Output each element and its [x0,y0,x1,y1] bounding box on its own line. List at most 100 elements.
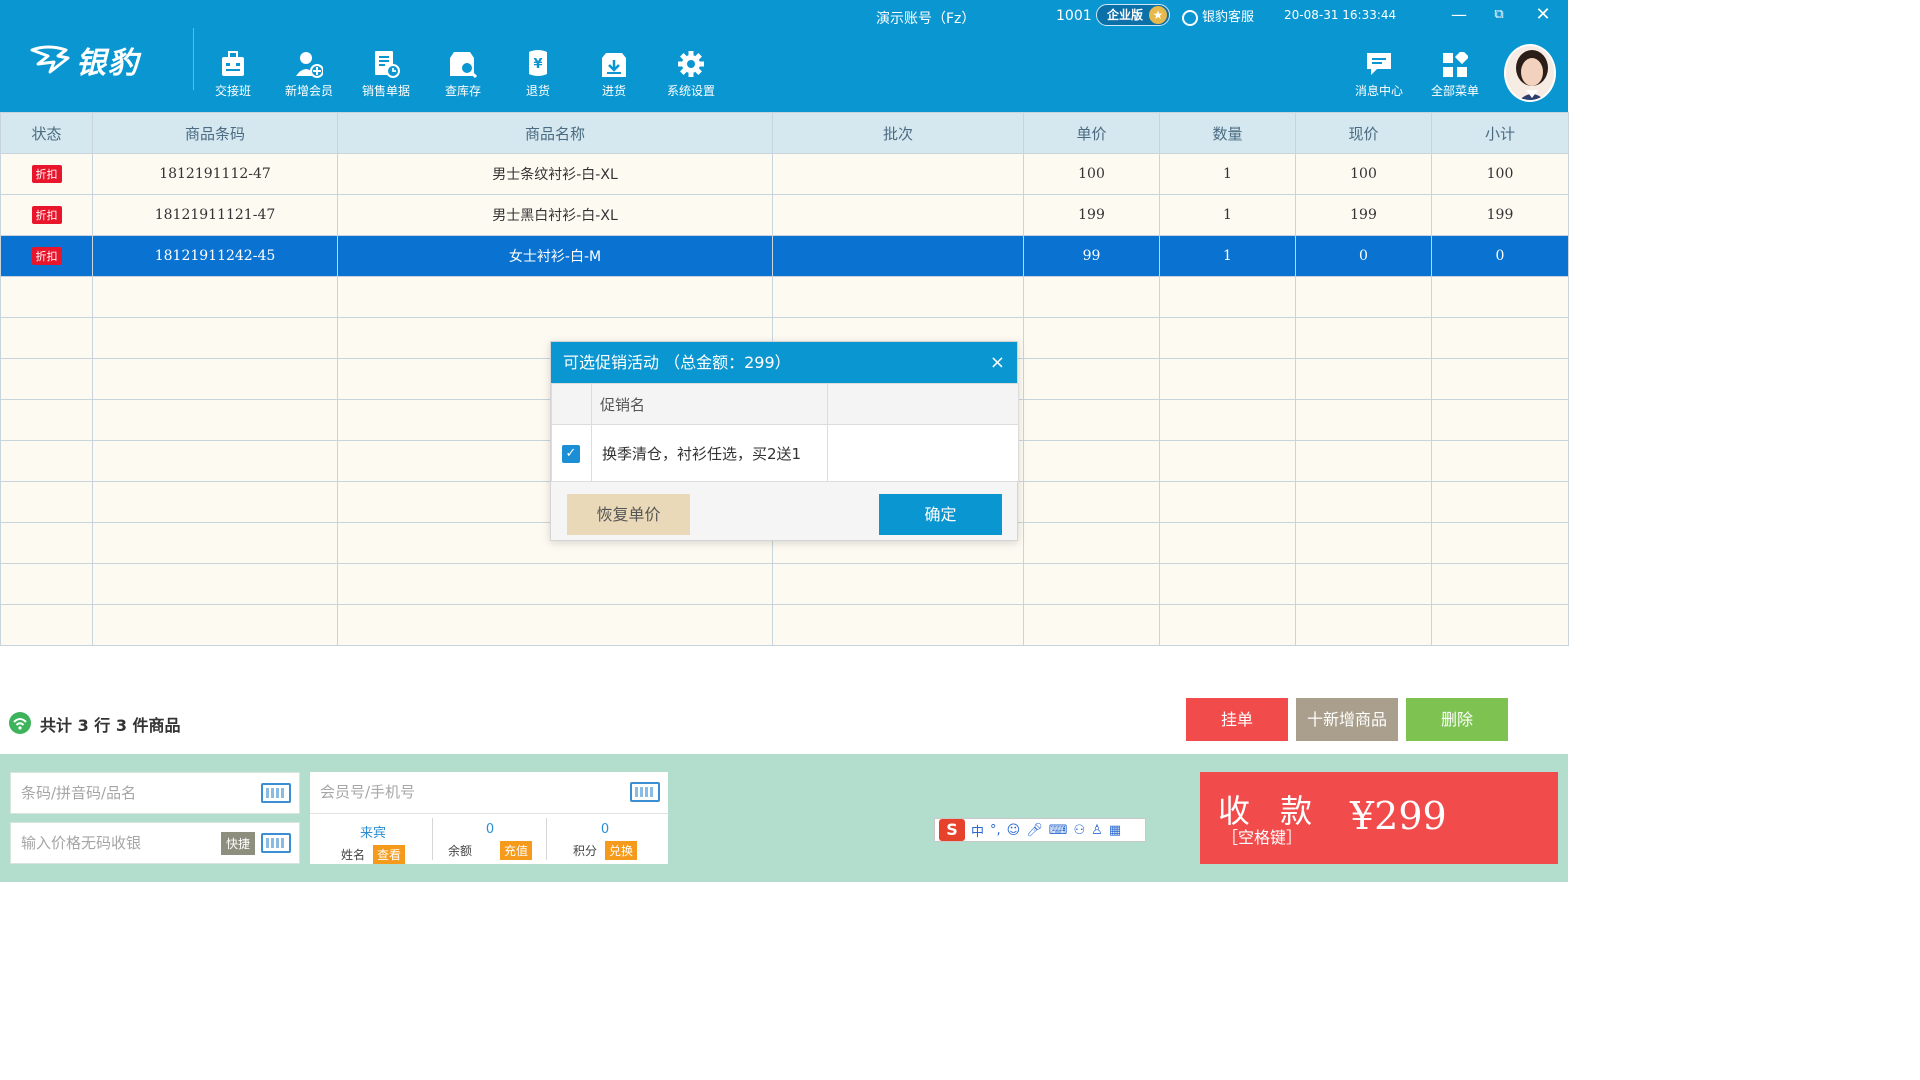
divider [546,818,547,860]
support-label: 银豹客服 [1202,10,1255,25]
toolbar-stock-in-label: 进货 [601,84,626,98]
promotion-checkbox[interactable]: ✓ [562,445,580,463]
all-menu-button[interactable]: 全部菜单 [1417,46,1493,99]
headset-icon [1182,9,1198,26]
promotion-row[interactable]: ✓ 换季清仓，衬衫任选，买2送1 [551,424,1019,482]
keyboard-icon[interactable] [630,782,660,802]
member-points-stat: 0 积分 兑换 [550,822,660,860]
ime-punct[interactable]: °, [990,823,1001,838]
cell-batch [772,194,1024,236]
user-icon[interactable]: ⚇ [1074,823,1086,838]
empty-row [0,604,1569,646]
table-row[interactable]: 折扣 18121911121-47 男士黑白衬衫-白-XL 199 1 199 … [0,194,1569,236]
promotion-name: 换季清仓，衬衫任选，买2送1 [590,424,829,482]
summary-text: 共计 3 行 3 件商品 [40,716,181,735]
ime-toolbar[interactable]: S 中 °, ☺ 🎤︎ ⌨ ⚇ ♙ ▦ [934,818,1146,842]
member-points-value: 0 [600,822,610,837]
message-icon [1367,53,1391,75]
app-header: 银豹 交接班 新增会员 销售单据 查库存 ¥ 退货 进货 系统设置 演示账号（F… [0,0,1568,112]
toolbar-settings-label: 系统设置 [666,84,715,98]
promotion-dialog: 可选促销活动 （总金额：299） × 促销名 ✓ 换季清仓，衬衫任选，买2送1 … [550,341,1019,541]
emoji-icon[interactable]: ☺ [1007,823,1021,838]
cell-barcode: 1812191112-47 [92,153,338,195]
message-center-label: 消息中心 [1354,84,1403,98]
edition-badge: 企业版 ★ [1096,4,1170,26]
promotion-col-header: 促销名 [590,383,829,425]
mic-icon[interactable]: 🎤︎ [1026,823,1043,838]
toolbar-shift-button[interactable]: 交接班 [195,46,271,99]
toolbar-return-button[interactable]: ¥ 退货 [500,46,576,99]
keyboard-icon[interactable] [261,783,291,803]
restore-button[interactable]: ⧉ [1486,4,1512,26]
member-name-value: 来宾 [359,826,386,841]
toolbox-icon[interactable]: ▦ [1109,823,1121,838]
dialog-titlebar: 可选促销活动 （总金额：299） × [551,342,1017,383]
cell-price: 99 [1023,235,1160,277]
minimize-button[interactable]: — [1446,4,1472,26]
member-panel: 来宾 姓名查看 0 余额 充值 0 积分兑换 [310,772,668,864]
col-header-subtotal: 小计 [1431,112,1569,154]
dialog-title: 可选促销活动 （总金额：299） [563,353,791,372]
app-logo: 银豹 [28,38,140,82]
skin-icon[interactable]: ♙ [1091,823,1103,838]
price-field[interactable]: 快捷 [10,822,300,864]
member-input[interactable] [310,772,668,812]
cell-batch [772,235,1024,277]
ime-lang[interactable]: 中 [971,821,984,840]
restore-price-button[interactable]: 恢复单价 [567,494,690,535]
toolbar-inventory-label: 查库存 [444,84,481,98]
checkout-button[interactable]: 收 款 ［空格键］ ¥299 [1200,772,1558,864]
cell-current-price: 100 [1295,153,1432,195]
col-header-price: 单价 [1023,112,1160,154]
message-center-button[interactable]: 消息中心 [1341,46,1417,99]
table-row[interactable]: 折扣 1812191112-47 男士条纹衬衫-白-XL 100 1 100 1… [0,153,1569,195]
toolbar-sales-doc-button[interactable]: 销售单据 [348,46,424,99]
price-input[interactable] [11,823,299,863]
avatar[interactable] [1504,44,1556,102]
hold-order-button[interactable]: 挂单 [1186,698,1288,741]
cell-current-price: 199 [1295,194,1432,236]
gear-icon [678,51,704,77]
member-name-label: 姓名 [340,848,365,862]
cell-barcode: 18121911121-47 [92,194,338,236]
empty-row [0,563,1569,605]
close-window-button[interactable]: ✕ [1530,4,1556,26]
recharge-button[interactable]: 充值 [500,841,533,860]
cell-price: 100 [1023,153,1160,195]
quick-button[interactable]: 快捷 [220,832,255,855]
col-header-qty: 数量 [1159,112,1296,154]
keyboard-small-icon[interactable]: ⌨ [1049,823,1068,838]
support-link[interactable]: 银豹客服 [1182,6,1254,26]
toolbar-inventory-button[interactable]: 查库存 [425,46,501,99]
header-divider [193,28,194,90]
leopard-logo-icon [30,45,70,74]
view-member-button[interactable]: 查看 [373,845,406,864]
inventory-search-icon [450,52,478,78]
toolbar-shift-label: 交接班 [214,84,251,98]
cell-subtotal: 199 [1431,194,1569,236]
col-header-status: 状态 [0,112,93,154]
barcode-input[interactable] [11,773,299,813]
toolbar-stock-in-button[interactable]: 进货 [576,46,652,99]
add-product-button[interactable]: 十新增商品 [1296,698,1398,741]
all-menu-label: 全部菜单 [1430,84,1479,98]
close-icon[interactable]: × [990,342,1005,383]
barcode-field[interactable] [10,772,300,814]
delete-button[interactable]: 删除 [1406,698,1508,741]
toolbar-settings-button[interactable]: 系统设置 [653,46,729,99]
add-member-icon [296,52,323,78]
keyboard-icon[interactable] [261,833,291,853]
sogou-icon: S [939,819,965,841]
empty-row [0,276,1569,318]
col-header-current-price: 现价 [1295,112,1432,154]
stock-in-icon [602,53,626,77]
exchange-button[interactable]: 兑换 [605,841,638,860]
cell-batch [772,153,1024,195]
star-icon: ★ [1149,6,1167,24]
table-header-row: 状态 商品条码 商品名称 批次 单价 数量 现价 小计 [0,112,1569,154]
table-row-selected[interactable]: 折扣 18121911242-45 女士衬衫-白-M 99 1 0 0 [0,235,1569,277]
member-field[interactable] [310,772,668,814]
cell-name: 女士衬衫-白-M [337,235,773,277]
toolbar-add-member-button[interactable]: 新增会员 [271,46,347,99]
confirm-button[interactable]: 确定 [879,494,1002,535]
